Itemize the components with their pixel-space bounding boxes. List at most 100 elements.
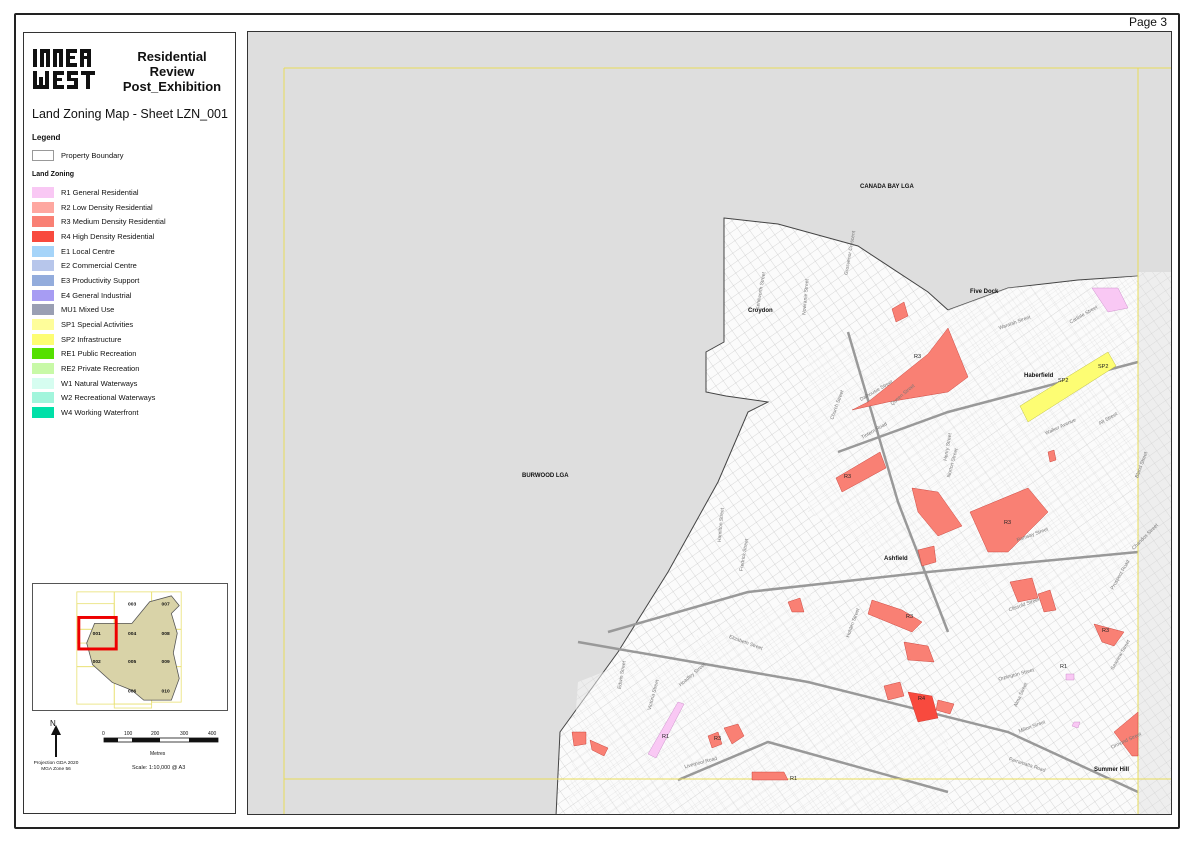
legend-zone-item: E2 Commercial Centre [32, 258, 166, 273]
zone-tag: R3 [914, 354, 922, 360]
key-map-tile-label: 005 [128, 659, 136, 665]
legend-zone-item: R2 Low Density Residential [32, 200, 166, 215]
zone-label: R3 Medium Density Residential [61, 217, 166, 227]
legend-panel: Residential Review Post_Exhibition Land … [23, 32, 236, 814]
zone-color-swatch [32, 407, 54, 419]
legend-item-label: Property Boundary [61, 151, 124, 160]
zone-label: R1 General Residential [61, 187, 139, 197]
zone-color-swatch [32, 363, 54, 375]
legend-zone-item: E3 Productivity Support [32, 273, 166, 288]
zone-color-swatch [32, 289, 54, 301]
key-map-tile-label: 007 [162, 602, 170, 608]
label-burwood-lga: BURWOOD LGA [522, 473, 569, 479]
scale-bar: 0 100 200 300 400 [102, 731, 219, 743]
zone-tag: R3 [844, 474, 852, 480]
zone-color-swatch [32, 216, 54, 228]
zone-r1-polygon [1065, 673, 1075, 681]
legend-zone-item: SP2 Infrastructure [32, 332, 166, 347]
zone-label: E1 Local Centre [61, 246, 115, 256]
report-title-line-3: Post_Exhibition [122, 79, 222, 94]
key-map-tile-label: 006 [128, 688, 136, 694]
legend-zone-item: RE2 Private Recreation [32, 361, 166, 376]
zone-label: W2 Recreational Waterways [61, 393, 156, 403]
zone-tag: R1 [790, 776, 798, 782]
legend-zone-item: E1 Local Centre [32, 244, 166, 259]
scale-tick-label: 300 [180, 731, 189, 737]
zone-tag: R1 [1060, 664, 1068, 670]
zone-color-swatch [32, 245, 54, 257]
zone-label: R4 High Density Residential [61, 231, 155, 241]
zone-color-swatch [32, 377, 54, 389]
report-title-line-1: Residential [137, 49, 207, 64]
zone-tag: R1 [662, 734, 670, 740]
zone-r3-polygon [571, 731, 587, 747]
key-map: 003 007 001 004 008 002 005 009 006 010 [32, 583, 228, 711]
zone-color-swatch [32, 274, 54, 286]
legend-zone-item: W2 Recreational Waterways [32, 391, 166, 406]
zone-color-swatch [32, 304, 54, 316]
zone-label: MU1 Mixed Use [61, 305, 115, 315]
zone-label: E3 Productivity Support [61, 275, 140, 285]
zone-label: E2 Commercial Centre [61, 261, 137, 271]
zone-list: R1 General Residential R2 Low Density Res… [32, 185, 166, 420]
zoning-map [283, 67, 1171, 814]
projection-text: Projection GDA 2020 MGA Zone 56 [30, 761, 82, 773]
map-frame: CANADA BAY LGA BURWOOD LGA Five Dock Cro… [247, 31, 1172, 815]
legend-item-property-boundary: Property Boundary [32, 150, 124, 161]
legend-zone-item: R1 General Residential [32, 185, 166, 200]
legend-zone-item: R4 High Density Residential [32, 229, 166, 244]
scale-tick-label: 100 [124, 731, 133, 737]
legend-zone-item: E4 General Industrial [32, 288, 166, 303]
label-summer-hill: Summer Hill [1094, 767, 1130, 773]
zone-label: RE2 Private Recreation [61, 364, 140, 374]
zone-color-swatch [32, 392, 54, 404]
zone-color-swatch [32, 260, 54, 272]
scale-unit: Metres [150, 751, 166, 757]
zone-tag: SP2 [1058, 378, 1069, 384]
zone-tag: R4 [918, 696, 926, 702]
zone-label: R2 Low Density Residential [61, 202, 153, 212]
zone-label: SP2 Infrastructure [61, 334, 122, 344]
zone-tag: R3 [1004, 520, 1012, 526]
legend-zone-item: RE1 Public Recreation [32, 347, 166, 362]
zone-color-swatch [32, 230, 54, 242]
zone-r3-polygon [751, 771, 789, 781]
scale-tick-label: 400 [208, 731, 217, 737]
label-five-dock: Five Dock [970, 289, 999, 295]
zone-color-swatch [32, 186, 54, 198]
zone-color-swatch [32, 201, 54, 213]
projection-line-2: MGA Zone 56 [41, 767, 71, 772]
zone-label: W1 Natural Waterways [61, 378, 138, 388]
scale-tick-label: 200 [151, 731, 160, 737]
zone-tag: R3 [714, 736, 722, 742]
key-map-tile-label: 003 [128, 602, 136, 608]
property-boundary-swatch [32, 150, 54, 161]
zone-color-swatch [32, 348, 54, 360]
zone-label: RE1 Public Recreation [61, 349, 137, 359]
zone-label: SP1 Special Activities [61, 320, 134, 330]
legend-zone-item: SP1 Special Activities [32, 317, 166, 332]
zone-label: E4 General Industrial [61, 290, 132, 300]
legend-zone-item: W1 Natural Waterways [32, 376, 166, 391]
legend-zone-item: MU1 Mixed Use [32, 303, 166, 318]
north-arrow-icon [51, 725, 61, 757]
key-map-tile-label: 008 [162, 631, 170, 637]
label-haberfield: Haberfield [1024, 373, 1054, 379]
zone-tag: R3 [1102, 628, 1110, 634]
sheet-title: Land Zoning Map - Sheet LZN_001 [32, 107, 228, 121]
scale-text: Scale: 1:10,000 @ A3 [132, 765, 186, 771]
legend-zone-item: W4 Working Waterfront [32, 405, 166, 420]
label-canada-bay-lga: CANADA BAY LGA [860, 184, 914, 190]
report-title: Residential Review Post_Exhibition [116, 49, 228, 94]
key-map-tile-label: 010 [162, 688, 170, 694]
zone-color-swatch [32, 319, 54, 331]
page-number: Page 3 [1128, 15, 1167, 29]
scale-tick-label: 0 [102, 731, 105, 737]
zone-tag: SP2 [1098, 364, 1109, 370]
legend-heading: Legend [32, 133, 61, 142]
zone-color-swatch [32, 333, 54, 345]
land-zoning-heading: Land Zoning [32, 171, 74, 178]
zone-label: W4 Working Waterfront [61, 408, 139, 418]
key-map-tile-label: 009 [162, 659, 170, 665]
key-map-tile-label: 001 [93, 631, 101, 637]
